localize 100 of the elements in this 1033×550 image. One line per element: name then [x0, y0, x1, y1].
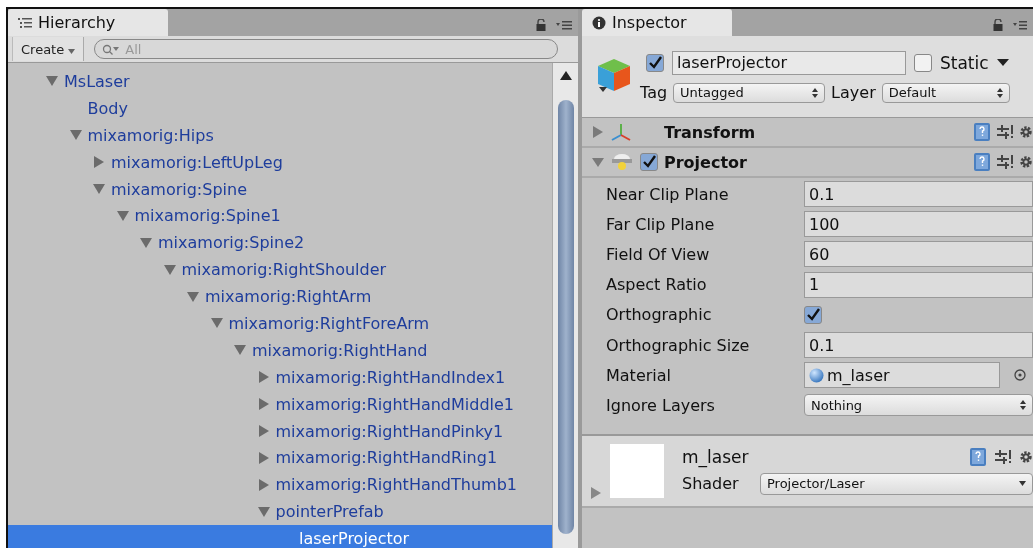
expand-arrow-icon[interactable] — [592, 156, 604, 168]
number-field[interactable]: 60 — [804, 241, 1033, 268]
settings-icon[interactable] — [1019, 154, 1033, 170]
component-header[interactable]: Transform — [582, 118, 1033, 148]
lock-icon[interactable] — [536, 19, 546, 31]
hierarchy-item[interactable]: mixamorig:RightHandRing1 — [8, 444, 552, 472]
dropdown-arrow-icon[interactable] — [996, 58, 1009, 67]
hierarchy-item[interactable]: mixamorig:RightHandIndex1 — [8, 363, 552, 391]
expand-arrow-icon[interactable] — [187, 290, 199, 303]
active-checkbox[interactable] — [646, 53, 664, 72]
property-label: Orthographic Size — [606, 335, 751, 355]
number-field[interactable]: 100 — [804, 211, 1033, 238]
list-icon — [18, 16, 32, 29]
hierarchy-item[interactable]: mixamorig:RightShoulder — [8, 256, 552, 284]
number-field[interactable]: 0.1 — [804, 332, 1033, 359]
sliders-icon[interactable] — [997, 124, 1013, 140]
expand-arrow-icon[interactable] — [163, 263, 176, 276]
settings-icon[interactable] — [1019, 448, 1033, 465]
scrollbar[interactable] — [552, 63, 578, 548]
material-name: m_laser — [682, 446, 749, 467]
expand-arrow-icon[interactable] — [257, 371, 270, 384]
help-book-icon[interactable] — [969, 446, 987, 467]
help-book-icon[interactable] — [973, 152, 991, 172]
stepper-arrows-icon — [996, 87, 1003, 98]
layers-dropdown[interactable]: Nothing — [804, 394, 1033, 417]
hierarchy-item[interactable]: mixamorig:RightHand — [8, 336, 552, 364]
hierarchy-item[interactable]: Body — [8, 94, 552, 122]
expand-arrow-icon[interactable] — [590, 485, 602, 500]
expand-arrow-icon[interactable] — [234, 344, 246, 357]
component-header[interactable]: Projector — [582, 148, 1033, 178]
static-label: Static — [940, 52, 989, 73]
name-field[interactable]: laserProjector — [672, 50, 906, 75]
menu-icon[interactable] — [1013, 20, 1027, 30]
caret-icon — [68, 48, 76, 54]
inspector-tab[interactable]: Inspector — [582, 9, 732, 36]
hierarchy-item[interactable]: pointerPrefab — [8, 498, 552, 526]
hierarchy-item[interactable]: mixamorig:RightHandPinky1 — [8, 417, 552, 445]
property-checkbox[interactable] — [804, 305, 822, 324]
object-picker-icon[interactable] — [1014, 369, 1026, 382]
search-field[interactable]: All — [94, 39, 558, 59]
expand-arrow-icon[interactable] — [93, 183, 105, 195]
expand-arrow-icon[interactable] — [257, 505, 270, 518]
sliders-icon[interactable] — [995, 448, 1011, 465]
tag-dropdown[interactable]: Untagged — [673, 82, 826, 103]
menu-icon[interactable] — [556, 20, 572, 30]
property-label: Aspect Ratio — [606, 275, 708, 295]
settings-icon[interactable] — [1019, 124, 1033, 140]
material-preview — [610, 443, 664, 498]
lock-icon[interactable] — [993, 19, 1003, 31]
scrollbar-thumb[interactable] — [557, 100, 574, 534]
hierarchy-item[interactable]: mixamorig:RightHandMiddle1 — [8, 390, 552, 418]
info-icon — [592, 15, 606, 30]
component-name: Transform — [664, 122, 756, 142]
hierarchy-item[interactable]: mixamorig:RightArm — [8, 283, 552, 310]
property-label: Orthographic — [606, 305, 713, 325]
layer-dropdown[interactable]: Default — [881, 82, 1010, 103]
expand-arrow-icon[interactable] — [140, 236, 152, 249]
property-label: Near Clip Plane — [606, 184, 730, 204]
scroll-up-arrow-icon[interactable] — [559, 71, 572, 80]
property-label: Far Clip Plane — [606, 214, 716, 234]
shader-label: Shader — [682, 474, 740, 493]
hierarchy-tab[interactable]: Hierarchy — [8, 9, 168, 36]
expand-arrow-icon[interactable] — [257, 425, 270, 437]
expand-arrow-icon[interactable] — [93, 156, 105, 169]
expand-arrow-icon[interactable] — [257, 451, 270, 464]
hierarchy-item[interactable]: mixamorig:Spine2 — [8, 229, 552, 257]
number-field[interactable]: 1 — [804, 271, 1033, 298]
enabled-checkbox[interactable] — [640, 153, 658, 171]
caret-icon — [1019, 481, 1026, 486]
hierarchy-item[interactable]: mixamorig:RightForeArm — [8, 310, 552, 337]
object-field[interactable]: m_laser — [804, 362, 1000, 389]
layer-label: Layer — [831, 83, 876, 102]
expand-arrow-icon[interactable] — [46, 75, 58, 88]
property-label: Ignore Layers — [606, 395, 716, 415]
expand-arrow-icon[interactable] — [116, 209, 129, 222]
number-field[interactable]: 0.1 — [804, 181, 1033, 208]
hierarchy-item[interactable]: mixamorig:Spine1 — [8, 202, 552, 230]
hierarchy-item[interactable]: mixamorig:RightHandThumb1 — [8, 471, 552, 499]
help-book-icon[interactable] — [973, 122, 991, 142]
tag-label: Tag — [640, 83, 668, 102]
property-label: Material — [606, 365, 672, 385]
stepper-arrows-icon — [1020, 400, 1026, 411]
expand-arrow-icon[interactable] — [257, 398, 270, 411]
sliders-icon[interactable] — [997, 154, 1013, 170]
expand-arrow-icon[interactable] — [592, 126, 604, 138]
expand-arrow-icon[interactable] — [257, 478, 270, 491]
hierarchy-item[interactable]: MsLaser — [8, 68, 552, 95]
static-checkbox[interactable] — [914, 53, 932, 72]
axes-icon — [610, 122, 632, 142]
expand-arrow-icon[interactable] — [69, 129, 82, 142]
hierarchy-item[interactable]: mixamorig:Spine — [8, 175, 552, 203]
component-name: Projector — [664, 152, 747, 172]
hierarchy-item[interactable]: laserProjector — [8, 525, 552, 548]
hierarchy-item[interactable]: mixamorig:LeftUpLeg — [8, 148, 552, 176]
property-label: Field Of View — [606, 244, 711, 264]
expand-arrow-icon[interactable] — [210, 317, 223, 330]
hierarchy-item[interactable]: mixamorig:Hips — [8, 121, 552, 149]
create-button[interactable]: Create — [12, 37, 85, 61]
projector-icon — [610, 153, 634, 171]
shader-dropdown[interactable]: Projector/Laser — [760, 472, 1033, 495]
